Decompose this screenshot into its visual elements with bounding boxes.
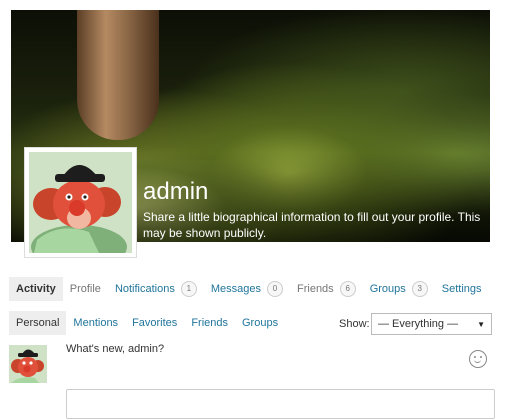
activity-filter-select[interactable]: — Everything — ▼ [371, 313, 492, 335]
subnav-personal[interactable]: Personal [9, 311, 67, 335]
nav-settings[interactable]: Settings [435, 277, 489, 301]
profile-username: admin [143, 178, 209, 205]
chevron-down-icon: ▼ [477, 319, 485, 329]
messages-count-badge: 0 [267, 281, 283, 297]
nav-label: Messages [210, 283, 261, 295]
groups-count-badge: 3 [411, 281, 428, 297]
activity-subnav: Personal Mentions Favorites Friends Grou… [9, 311, 285, 335]
subnav-friends[interactable]: Friends [184, 311, 235, 335]
nav-label: Groups [369, 283, 406, 295]
avatar-image [29, 152, 132, 253]
profile-bio: Share a little biographical information … [143, 210, 481, 240]
nav-notifications[interactable]: Notifications 1 [108, 277, 204, 301]
nav-label: Notifications [114, 283, 175, 295]
nav-profile[interactable]: Profile [63, 277, 108, 301]
subnav-groups[interactable]: Groups [235, 311, 285, 335]
nav-groups[interactable]: Groups 3 [363, 277, 435, 301]
subnav-label: Groups [242, 317, 279, 329]
subnav-mentions[interactable]: Mentions [66, 311, 125, 335]
nav-label: Profile [69, 283, 101, 295]
post-form-avatar[interactable] [9, 345, 47, 383]
subnav-favorites[interactable]: Favorites [125, 311, 184, 335]
whats-new-textarea[interactable] [66, 389, 495, 419]
smiley-icon[interactable] [469, 350, 487, 368]
cover-tree-trunk [77, 10, 159, 140]
post-avatar-illustration [9, 345, 47, 383]
subnav-label: Personal [16, 317, 60, 329]
avatar-illustration [29, 152, 132, 253]
nav-label: Activity [16, 283, 56, 295]
nav-friends[interactable]: Friends 6 [290, 277, 363, 301]
nav-label: Friends [297, 283, 334, 295]
nav-label: Settings [441, 283, 482, 295]
subnav-label: Mentions [73, 317, 119, 329]
subnav-label: Favorites [132, 317, 178, 329]
post-form-prompt: What's new, admin? [66, 343, 165, 355]
smiley-mouth [474, 358, 481, 363]
profile-avatar[interactable] [24, 147, 137, 258]
notifications-count-badge: 1 [180, 281, 197, 297]
nav-messages[interactable]: Messages 0 [204, 277, 290, 301]
nav-activity[interactable]: Activity [9, 277, 63, 301]
filter-label: Show: [339, 318, 370, 330]
primary-nav: Activity Profile Notifications 1 Message… [9, 277, 489, 301]
friends-count-badge: 6 [339, 281, 356, 297]
subnav-label: Friends [191, 317, 228, 329]
filter-selected-value: — Everything — [378, 318, 459, 330]
